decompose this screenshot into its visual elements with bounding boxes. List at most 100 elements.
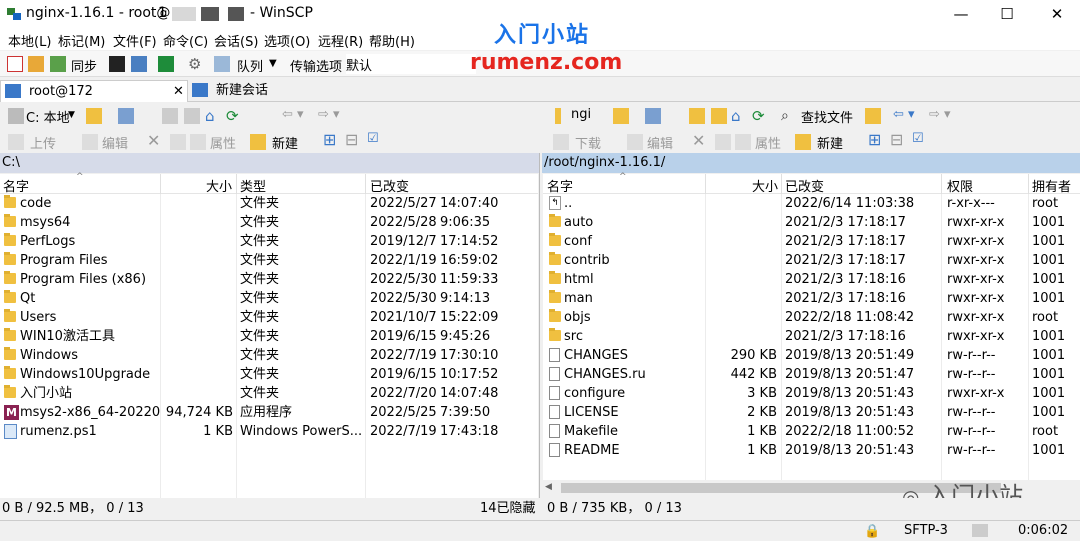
column-separator[interactable] <box>781 174 782 194</box>
putty-icon[interactable] <box>131 56 147 72</box>
panel-splitter[interactable] <box>539 153 540 498</box>
console-icon[interactable] <box>109 56 125 72</box>
home-icon[interactable]: ⌂ <box>205 108 221 124</box>
file-row[interactable]: ↰.. 2022/6/14 11:03:38 r-xr-x--- root <box>543 194 1080 213</box>
file-row[interactable]: src 2021/2/3 17:18:16 rwxr-xr-x 1001 <box>543 327 1080 346</box>
session-tab-active[interactable]: root@172 ✕ <box>0 80 188 102</box>
filter-icon[interactable] <box>645 108 661 124</box>
properties-icon[interactable] <box>735 134 751 150</box>
edit-icon[interactable] <box>82 134 98 150</box>
download-button[interactable]: 下载 <box>575 133 601 152</box>
file-row[interactable]: PerfLogs 文件夹 2019/12/7 17:14:52 <box>0 232 538 251</box>
file-row[interactable]: Windows 文件夹 2022/7/19 17:30:10 <box>0 346 538 365</box>
invert-selection-icon[interactable]: ☑ <box>367 131 379 146</box>
menu-help[interactable]: 帮助(H) <box>369 31 415 50</box>
refresh-icon[interactable] <box>158 56 174 72</box>
column-size[interactable]: 大小 <box>206 176 232 195</box>
column-separator[interactable] <box>705 174 706 194</box>
delete-icon[interactable]: ✕ <box>147 131 160 150</box>
search-icon[interactable]: ⌕ <box>781 108 797 124</box>
menu-file[interactable]: 文件(F) <box>113 31 157 50</box>
menu-remote[interactable]: 远程(R) <box>318 31 363 50</box>
file-row[interactable]: contrib 2021/2/3 17:18:17 rwxr-xr-x 1001 <box>543 251 1080 270</box>
left-hidden-count[interactable]: 14已隐藏 <box>480 498 536 520</box>
rename-icon[interactable] <box>715 134 731 150</box>
upload-icon[interactable] <box>8 134 24 150</box>
file-row[interactable]: Program Files 文件夹 2022/1/19 16:59:02 <box>0 251 538 270</box>
synchronize-browsing-icon[interactable] <box>28 56 44 72</box>
queue-icon[interactable] <box>214 56 230 72</box>
column-changed[interactable]: 已改变 <box>370 176 409 195</box>
forward-icon[interactable]: ⇨ ▾ <box>929 107 951 122</box>
gear-icon[interactable]: ⚙ <box>188 56 204 72</box>
sync-button[interactable]: 同步 <box>71 56 97 75</box>
menu-local[interactable]: 本地(L) <box>8 31 51 50</box>
file-row[interactable]: Program Files (x86) 文件夹 2022/5/30 11:59:33 <box>0 270 538 289</box>
back-icon[interactable]: ⇦ ▾ <box>282 107 304 122</box>
column-rights[interactable]: 权限 <box>947 176 973 195</box>
drive-select[interactable]: C: 本地 <box>26 107 70 126</box>
find-files-button[interactable]: 查找文件 <box>801 107 853 126</box>
new-session-tab[interactable]: 新建会话 <box>190 80 280 102</box>
delete-icon[interactable]: ✕ <box>692 131 705 150</box>
file-row[interactable]: objs 2022/2/18 11:08:42 rwxr-xr-x root <box>543 308 1080 327</box>
column-separator[interactable] <box>1028 174 1029 194</box>
file-row[interactable]: Windows10Upgrade 文件夹 2019/6/15 10:17:52 <box>0 365 538 384</box>
column-separator[interactable] <box>365 174 366 194</box>
file-row[interactable]: 入门小站 文件夹 2022/7/20 14:07:48 <box>0 384 538 403</box>
sync-icon[interactable] <box>50 56 66 72</box>
edit-button[interactable]: 编辑 <box>102 133 128 152</box>
left-path-bar[interactable]: C:\ <box>0 153 539 173</box>
file-row[interactable]: auto 2021/2/3 17:18:17 rwxr-xr-x 1001 <box>543 213 1080 232</box>
maximize-button[interactable]: ☐ <box>984 0 1030 28</box>
column-name[interactable]: 名字 <box>547 176 573 195</box>
chevron-down-icon[interactable]: ▼ <box>68 110 75 120</box>
file-row[interactable]: CHANGES.ru 442 KB 2019/8/13 20:51:47 rw-r--… <box>543 365 1080 384</box>
column-changed[interactable]: 已改变 <box>785 176 824 195</box>
menu-options[interactable]: 选项(O) <box>264 31 310 50</box>
root-dir-icon[interactable] <box>184 108 200 124</box>
parent-dir-icon[interactable] <box>689 108 705 124</box>
new-button[interactable]: 新建 <box>272 133 298 152</box>
new-folder-icon[interactable] <box>795 134 811 150</box>
parent-dir-icon[interactable] <box>162 108 178 124</box>
minimize-button[interactable]: — <box>938 0 984 28</box>
file-row[interactable]: code 文件夹 2022/5/27 14:07:40 <box>0 194 538 213</box>
new-button[interactable]: 新建 <box>817 133 843 152</box>
compare-directories-icon[interactable] <box>7 56 23 72</box>
file-row[interactable]: Qt 文件夹 2022/5/30 9:14:13 <box>0 289 538 308</box>
deselect-minus-icon[interactable]: ⊟ <box>890 130 903 149</box>
column-separator[interactable] <box>160 174 161 194</box>
open-folder-icon[interactable] <box>613 108 629 124</box>
properties-button[interactable]: 属性 <box>755 133 781 152</box>
tree-icon[interactable] <box>865 108 881 124</box>
properties-icon[interactable] <box>190 134 206 150</box>
select-plus-icon[interactable]: ⊞ <box>868 130 881 149</box>
file-row[interactable]: Makefile 1 KB 2022/2/18 11:00:52 rw-r--r-- r… <box>543 422 1080 441</box>
file-row[interactable]: html 2021/2/3 17:18:16 rwxr-xr-x 1001 <box>543 270 1080 289</box>
column-size[interactable]: 大小 <box>752 176 778 195</box>
upload-button[interactable]: 上传 <box>30 133 56 152</box>
file-row[interactable]: configure 3 KB 2019/8/13 20:51:43 rwxr-xr-x… <box>543 384 1080 403</box>
file-row[interactable]: README 1 KB 2019/8/13 20:51:43 rw-r--r-- 100… <box>543 441 1080 460</box>
menu-mark[interactable]: 标记(M) <box>58 31 105 50</box>
download-icon[interactable] <box>553 134 569 150</box>
file-row[interactable]: msys64 文件夹 2022/5/28 9:06:35 <box>0 213 538 232</box>
new-folder-icon[interactable] <box>250 134 266 150</box>
deselect-minus-icon[interactable]: ⊟ <box>345 130 358 149</box>
close-tab-icon[interactable]: ✕ <box>173 81 184 103</box>
queue-button[interactable]: 队列 <box>237 56 263 75</box>
open-folder-icon[interactable] <box>86 108 102 124</box>
column-owner[interactable]: 拥有者 <box>1032 176 1071 195</box>
edit-icon[interactable] <box>627 134 643 150</box>
column-separator[interactable] <box>236 174 237 194</box>
properties-button[interactable]: 属性 <box>210 133 236 152</box>
menu-commands[interactable]: 命令(C) <box>163 31 208 50</box>
filter-icon[interactable] <box>118 108 134 124</box>
transfer-preset-select[interactable]: 默认 <box>346 54 476 74</box>
forward-icon[interactable]: ⇨ ▾ <box>318 107 340 122</box>
column-separator[interactable] <box>941 174 942 194</box>
column-name[interactable]: 名字 <box>3 176 29 195</box>
invert-selection-icon[interactable]: ☑ <box>912 131 924 146</box>
file-row[interactable]: Mmsys2-x86_64-20220... 94,724 KB 应用程序 2022/… <box>0 403 538 422</box>
